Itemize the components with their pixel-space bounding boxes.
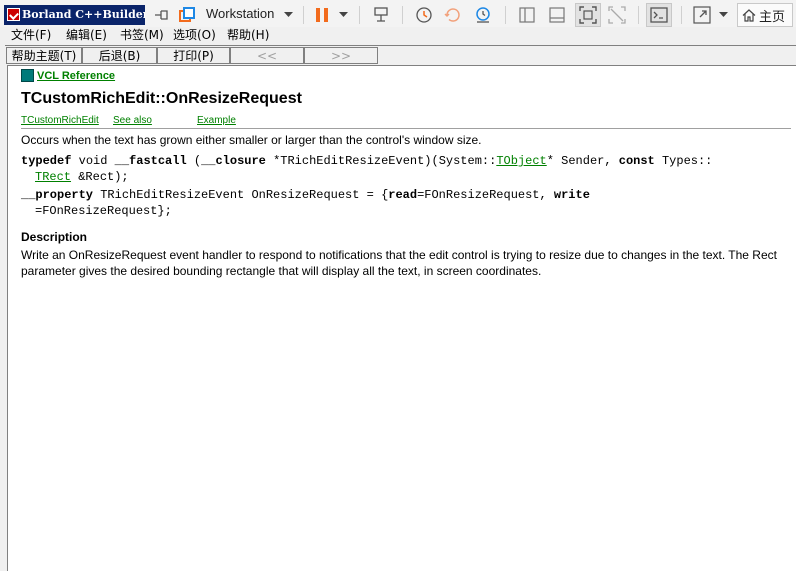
property-declaration: __property TRichEditResizeEvent OnResize… — [21, 188, 590, 202]
show-library-icon[interactable] — [515, 3, 539, 27]
vcl-reference-label: VCL Reference — [37, 69, 116, 82]
book-icon — [21, 69, 34, 82]
tab-home[interactable]: 主页 — [737, 3, 793, 27]
header-divider — [21, 128, 791, 129]
class-link[interactable]: TCustomRichEdit — [21, 115, 99, 126]
next-topic-button[interactable]: >> — [304, 47, 378, 64]
unity-mode-icon[interactable] — [605, 3, 629, 27]
description-body: Write an OnResizeRequest event handler t… — [21, 248, 777, 278]
snapshot-manager-icon[interactable] — [471, 3, 495, 27]
topic-title: TCustomRichEdit::OnResizeRequest — [21, 90, 302, 107]
revert-snapshot-icon[interactable] — [441, 3, 465, 27]
help-button-bar: 帮助主题(T) 后退(B) 打印(P) << >> — [5, 45, 796, 66]
toolbar-divider — [638, 6, 639, 24]
home-tab-label: 主页 — [759, 8, 786, 24]
back-button[interactable]: 后退(B) — [82, 47, 157, 64]
menu-options[interactable]: 选项(O) — [173, 27, 216, 43]
toolbar-divider — [359, 6, 360, 24]
trect-link[interactable]: TRect — [35, 170, 71, 184]
menu-bookmark[interactable]: 书签(M) — [120, 27, 164, 43]
stretch-menu-chevron-icon[interactable] — [716, 3, 730, 27]
toolbar-divider — [303, 6, 304, 24]
menu-bar: 文件(F) 编辑(E) 书签(M) 选项(O) 帮助(H) — [0, 27, 796, 44]
toolbar-divider — [505, 6, 506, 24]
description-heading: Description — [21, 230, 88, 244]
toolbar-divider — [402, 6, 403, 24]
chevron-down-icon[interactable] — [281, 3, 295, 27]
print-button[interactable]: 打印(P) — [157, 47, 230, 64]
contents-button[interactable]: 帮助主题(T) — [6, 47, 82, 64]
typedef-declaration: typedef void __fastcall (__closure *TRic… — [21, 154, 713, 168]
borland-logo-icon — [7, 8, 20, 21]
example-link[interactable]: Example — [197, 115, 236, 126]
typedef-declaration-continued: TRect &Rect); — [35, 170, 129, 184]
toolbar-divider — [681, 6, 682, 24]
menu-help[interactable]: 帮助(H) — [227, 27, 269, 43]
console-view-icon[interactable] — [646, 3, 672, 27]
app-title: Borland C++Builder — [22, 8, 145, 21]
send-ctrl-alt-del-icon[interactable] — [369, 3, 393, 27]
full-screen-icon[interactable] — [575, 3, 601, 27]
topic-summary: Occurs when the text has grown either sm… — [21, 133, 482, 147]
pin-icon[interactable] — [150, 3, 174, 27]
menu-edit[interactable]: 编辑(E) — [66, 27, 107, 43]
workstation-menu[interactable]: Workstation — [206, 6, 274, 21]
show-thumbnail-bar-icon[interactable] — [545, 3, 569, 27]
property-declaration-continued: =FOnResizeRequest}; — [35, 204, 172, 218]
snapshot-icon[interactable] — [412, 3, 436, 27]
help-topic-pane[interactable]: VCL Reference TCustomRichEdit::OnResizeR… — [7, 65, 796, 571]
app-title-bar[interactable]: Borland C++Builder — [4, 5, 145, 25]
pause-icon[interactable] — [311, 3, 333, 27]
power-menu-chevron-icon[interactable] — [336, 3, 350, 27]
home-icon — [742, 8, 756, 22]
vcl-reference-link[interactable]: VCL Reference — [21, 69, 115, 82]
library-icon[interactable] — [176, 3, 198, 27]
menu-file[interactable]: 文件(F) — [11, 27, 51, 43]
tobject-link[interactable]: TObject — [496, 154, 546, 168]
see-also-link[interactable]: See also — [113, 115, 152, 126]
previous-topic-button[interactable]: << — [230, 47, 304, 64]
stretch-guest-icon[interactable] — [690, 3, 714, 27]
